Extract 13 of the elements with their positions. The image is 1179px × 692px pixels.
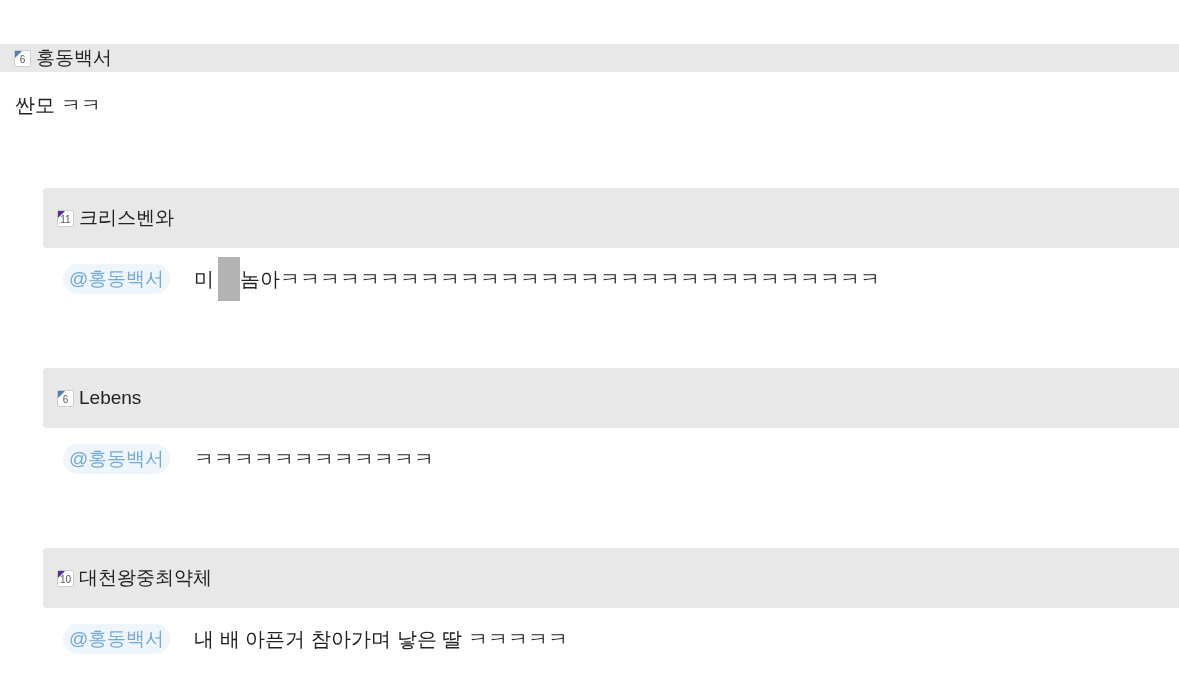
- comment-text: 싼모 ㅋㅋ: [14, 93, 102, 118]
- author-name[interactable]: Lebens: [79, 383, 142, 413]
- comment-text: 내 배 아픈거 참아가며 낳은 딸 ㅋㅋㅋㅋㅋ: [194, 627, 568, 652]
- author-name[interactable]: 크리스벤와: [79, 203, 174, 233]
- comment-text: 놈아ㅋㅋㅋㅋㅋㅋㅋㅋㅋㅋㅋㅋㅋㅋㅋㅋㅋㅋㅋㅋㅋㅋㅋㅋㅋㅋㅋㅋㅋㅋ: [240, 267, 881, 292]
- comment-text: ㅋㅋㅋㅋㅋㅋㅋㅋㅋㅋㅋㅋ: [194, 447, 435, 472]
- level-badge: 6: [14, 49, 31, 67]
- level-badge: 11: [57, 209, 74, 227]
- author-name[interactable]: 홍동백서: [36, 43, 112, 73]
- comment-text: 미: [194, 267, 215, 292]
- level-badge: 10: [57, 569, 74, 587]
- author-name[interactable]: 대천왕중최약체: [79, 563, 212, 593]
- level-badge: 6: [57, 389, 74, 407]
